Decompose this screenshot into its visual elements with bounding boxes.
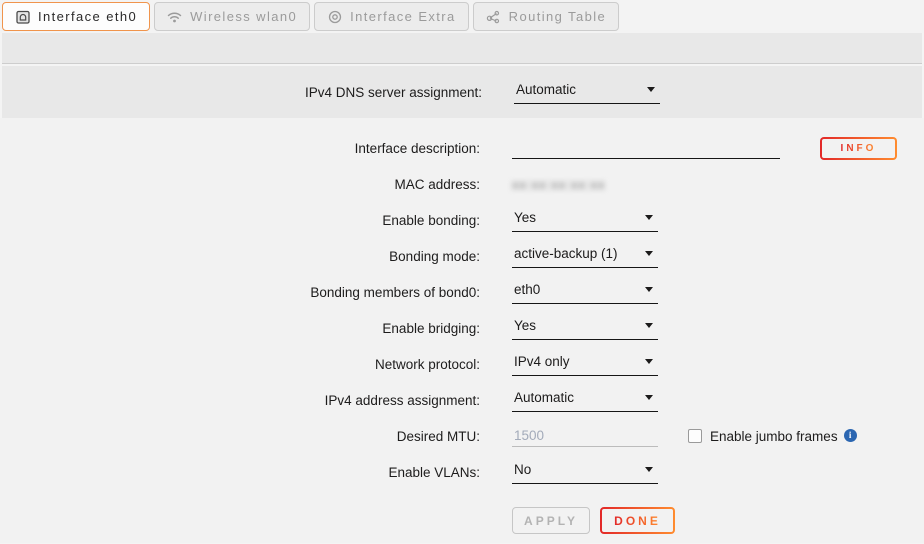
dns-assignment-select[interactable]: Automatic: [514, 80, 660, 104]
network-protocol-label: Network protocol:: [0, 357, 512, 372]
select-value: Yes: [514, 210, 536, 225]
select-value: No: [514, 462, 531, 477]
chevron-down-icon: [645, 287, 653, 292]
mac-address-redacted-value: xx:xx:xx:xx:xx: [512, 177, 605, 192]
chevron-down-icon: [645, 215, 653, 220]
enable-bonding-select[interactable]: Yes: [512, 208, 658, 232]
target-circle-icon: [327, 9, 342, 24]
tab-interface-extra[interactable]: Interface Extra: [314, 2, 469, 31]
network-protocol-row: Network protocol: IPv4 only: [0, 346, 924, 382]
info-button[interactable]: INFO: [820, 137, 897, 160]
share-nodes-icon: [486, 9, 501, 24]
enable-bridging-row: Enable bridging: Yes: [0, 310, 924, 346]
jumbo-frames-label: Enable jumbo frames: [710, 429, 838, 444]
select-value: Automatic: [516, 82, 576, 97]
tab-label: Wireless wlan0: [190, 9, 297, 24]
desired-mtu-input[interactable]: [512, 425, 658, 447]
enable-vlans-label: Enable VLANs:: [0, 465, 512, 480]
network-settings-page: Interface eth0 Wireless wlan0 Interface …: [0, 0, 924, 544]
network-protocol-select[interactable]: IPv4 only: [512, 352, 658, 376]
jumbo-frames-checkbox[interactable]: [688, 429, 702, 443]
jumbo-frames-group: Enable jumbo frames i: [688, 429, 857, 444]
select-value: IPv4 only: [514, 354, 570, 369]
action-buttons-row: APPLY DONE: [512, 507, 924, 534]
tab-routing-table[interactable]: Routing Table: [473, 2, 619, 31]
enable-bridging-select[interactable]: Yes: [512, 316, 658, 340]
mac-address-row: MAC address: xx:xx:xx:xx:xx: [0, 166, 924, 202]
description-input[interactable]: [512, 137, 780, 159]
select-value: Yes: [514, 318, 536, 333]
enable-bonding-label: Enable bonding:: [0, 213, 512, 228]
description-row: Interface description: INFO: [0, 130, 924, 166]
bonding-mode-label: Bonding mode:: [0, 249, 512, 264]
bonding-members-label: Bonding members of bond0:: [0, 285, 512, 300]
tab-wireless-wlan0[interactable]: Wireless wlan0: [154, 2, 310, 31]
tab-bar: Interface eth0 Wireless wlan0 Interface …: [0, 0, 924, 33]
desired-mtu-row: Desired MTU: Enable jumbo frames i: [0, 418, 924, 454]
tab-label: Interface Extra: [350, 9, 456, 24]
mac-address-label: MAC address:: [0, 177, 512, 192]
bonding-members-row: Bonding members of bond0: eth0: [0, 274, 924, 310]
jumbo-info-icon[interactable]: i: [844, 429, 857, 442]
tab-label: Interface eth0: [38, 9, 137, 24]
enable-vlans-select[interactable]: No: [512, 460, 658, 484]
ipv4-assignment-row: IPv4 address assignment: Automatic: [0, 382, 924, 418]
done-button[interactable]: DONE: [600, 507, 675, 534]
wifi-icon: [167, 9, 182, 24]
chevron-down-icon: [645, 395, 653, 400]
enable-bonding-row: Enable bonding: Yes: [0, 202, 924, 238]
chevron-down-icon: [645, 251, 653, 256]
dns-section: IPv4 DNS server assignment: Automatic: [2, 66, 922, 118]
chevron-down-icon: [647, 87, 655, 92]
chevron-down-icon: [645, 359, 653, 364]
select-value: eth0: [514, 282, 540, 297]
dns-assignment-row: IPv4 DNS server assignment: Automatic: [2, 74, 922, 110]
description-label: Interface description:: [0, 141, 512, 156]
chevron-down-icon: [645, 467, 653, 472]
ethernet-port-icon: [15, 9, 30, 24]
bonding-mode-select[interactable]: active-backup (1): [512, 244, 658, 268]
enable-bridging-label: Enable bridging:: [0, 321, 512, 336]
apply-button[interactable]: APPLY: [512, 507, 590, 534]
select-value: Automatic: [514, 390, 574, 405]
bonding-mode-row: Bonding mode: active-backup (1): [0, 238, 924, 274]
bonding-members-select[interactable]: eth0: [512, 280, 658, 304]
ipv4-assignment-label: IPv4 address assignment:: [0, 393, 512, 408]
dns-assignment-label: IPv4 DNS server assignment:: [2, 85, 514, 100]
interface-settings-form: Interface description: INFO MAC address:…: [0, 118, 924, 543]
tab-interface-eth0[interactable]: Interface eth0: [2, 2, 150, 31]
chevron-down-icon: [645, 323, 653, 328]
select-value: active-backup (1): [514, 246, 618, 261]
enable-vlans-row: Enable VLANs: No: [0, 454, 924, 490]
desired-mtu-label: Desired MTU:: [0, 429, 512, 444]
ipv4-assignment-select[interactable]: Automatic: [512, 388, 658, 412]
toolbar-strip: [2, 33, 922, 64]
tab-label: Routing Table: [509, 9, 606, 24]
